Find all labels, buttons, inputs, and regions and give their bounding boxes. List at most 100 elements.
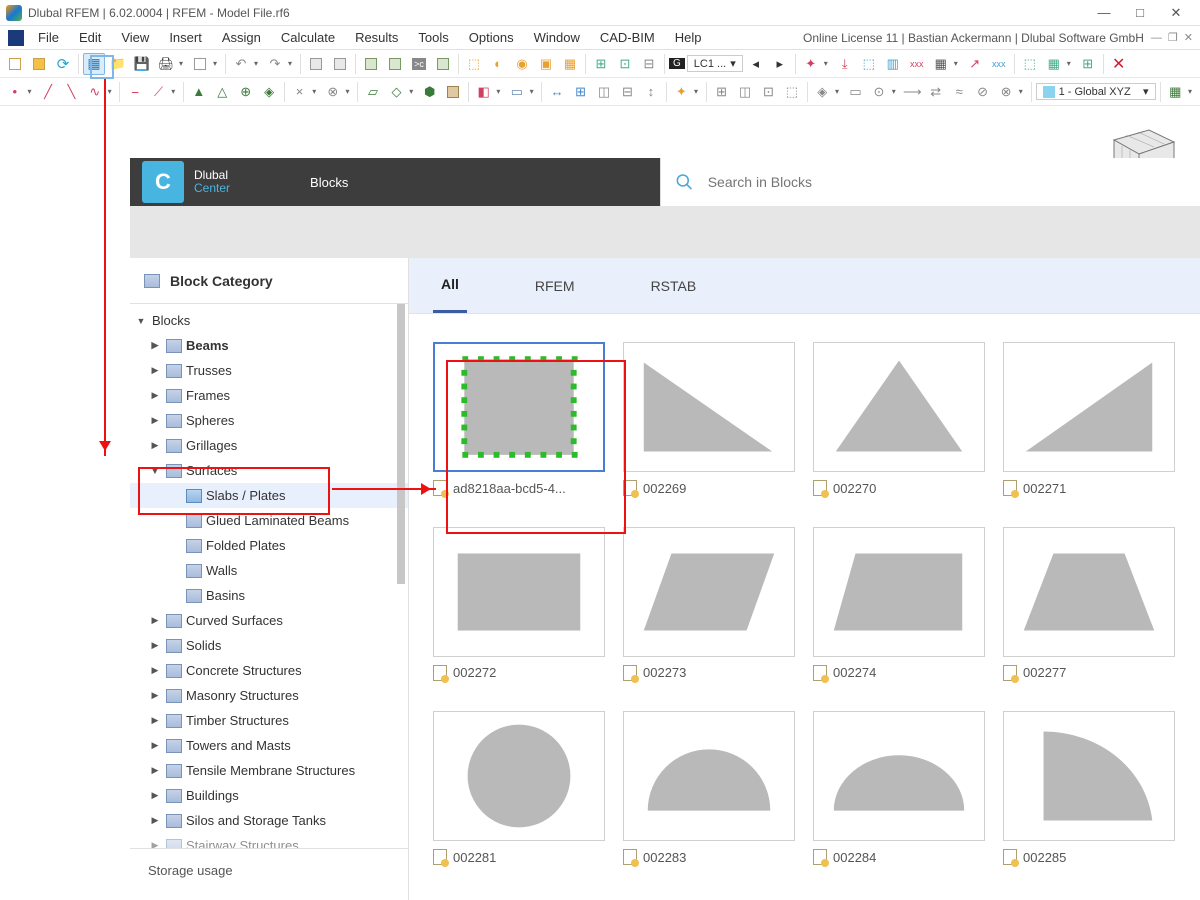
tree-item-stairway[interactable]: ▶Stairway Structures <box>130 833 408 848</box>
dc-tab-blocks[interactable]: Blocks <box>310 175 348 190</box>
load4-icon[interactable]: ▥ <box>882 53 904 75</box>
render-icon[interactable]: ▦ <box>1165 81 1186 103</box>
ext2-icon[interactable]: ⇄ <box>925 81 946 103</box>
tree-item-beams[interactable]: ▶Beams <box>130 333 408 358</box>
menu-file[interactable]: File <box>28 30 69 45</box>
calc3-icon[interactable] <box>432 53 454 75</box>
tree-item-masonry[interactable]: ▶Masonry Structures <box>130 683 408 708</box>
tile-thumb[interactable] <box>433 527 605 657</box>
tile-thumb[interactable] <box>813 711 985 841</box>
new-icon[interactable] <box>4 53 26 75</box>
tile[interactable]: 002272 <box>433 527 605 688</box>
menu-options[interactable]: Options <box>459 30 524 45</box>
tree-item-frames[interactable]: ▶Frames <box>130 383 408 408</box>
tree-item-basins[interactable]: Basins <box>130 583 408 608</box>
report-icon[interactable] <box>189 53 211 75</box>
tree-item-solids[interactable]: ▶Solids <box>130 633 408 658</box>
load10-icon[interactable]: ▦ <box>1043 53 1065 75</box>
red-x-icon[interactable]: ✕ <box>1108 53 1130 75</box>
tile-thumb[interactable] <box>813 342 985 472</box>
line3-icon[interactable]: ∿ <box>84 81 105 103</box>
tile-thumb[interactable] <box>1003 711 1175 841</box>
dim4-icon[interactable]: ⊟ <box>617 81 638 103</box>
tree-item-silos[interactable]: ▶Silos and Storage Tanks <box>130 808 408 833</box>
menu-calculate[interactable]: Calculate <box>271 30 345 45</box>
menu-assign[interactable]: Assign <box>212 30 271 45</box>
sol2-icon[interactable]: ▭ <box>506 81 527 103</box>
tile-thumb[interactable] <box>1003 342 1175 472</box>
table2-icon[interactable] <box>329 53 351 75</box>
app-menu-icon[interactable] <box>8 30 24 46</box>
menu-view[interactable]: View <box>111 30 159 45</box>
tree-item-concrete[interactable]: ▶Concrete Structures <box>130 658 408 683</box>
sel3-icon[interactable]: ◉ <box>511 53 533 75</box>
sup4-icon[interactable]: ◈ <box>258 81 279 103</box>
menu-help[interactable]: Help <box>665 30 712 45</box>
load8-icon[interactable]: xxx <box>988 53 1010 75</box>
mdi-close-icon[interactable]: ✕ <box>1181 31 1196 44</box>
tile[interactable]: 002274 <box>813 527 985 688</box>
tile-thumb[interactable] <box>433 342 605 472</box>
tile[interactable]: ad8218aa-bcd5-4... <box>433 342 605 503</box>
load11-icon[interactable]: ⊞ <box>1077 53 1099 75</box>
sel1-icon[interactable]: ⬚ <box>463 53 485 75</box>
tile-thumb[interactable] <box>623 711 795 841</box>
ext5-icon[interactable]: ⊗ <box>995 81 1016 103</box>
loadcase-pill[interactable]: G <box>669 58 685 69</box>
dim2-icon[interactable]: ⊞ <box>570 81 591 103</box>
sel5-icon[interactable]: ▦ <box>559 53 581 75</box>
tile[interactable]: 002271 <box>1003 342 1175 503</box>
close-button[interactable]: ✕ <box>1158 5 1194 21</box>
mdi-restore-icon[interactable]: ❐ <box>1165 31 1181 44</box>
block-manager-icon[interactable]: ▦ <box>83 53 105 75</box>
node-icon[interactable]: • <box>4 81 25 103</box>
mdi-minimize-icon[interactable]: — <box>1148 32 1165 44</box>
tile-thumb[interactable] <box>1003 527 1175 657</box>
tree-item-grillages[interactable]: ▶Grillages <box>130 433 408 458</box>
set1-icon[interactable]: ✦ <box>671 81 692 103</box>
next-icon[interactable]: ▸ <box>769 53 791 75</box>
scrollbar-thumb[interactable] <box>397 304 405 584</box>
load9-icon[interactable]: ⬚ <box>1019 53 1041 75</box>
reload-icon[interactable]: ⟳ <box>52 53 74 75</box>
tree-item-walls[interactable]: Walls <box>130 558 408 583</box>
view3-icon[interactable]: ⊟ <box>638 53 660 75</box>
tree-item-glulam[interactable]: Glued Laminated Beams <box>130 508 408 533</box>
tree-item-folded[interactable]: Folded Plates <box>130 533 408 558</box>
maximize-button[interactable]: □ <box>1122 5 1158 20</box>
hin1-icon[interactable]: × <box>289 81 310 103</box>
menu-cadbim[interactable]: CAD-BIM <box>590 30 665 45</box>
dim5-icon[interactable]: ↕ <box>640 81 661 103</box>
save2-icon[interactable]: 💾 <box>131 53 153 75</box>
grid3-icon[interactable]: ⊡ <box>758 81 779 103</box>
sidebar-scrollbar[interactable] <box>394 304 408 848</box>
tree-item-timber[interactable]: ▶Timber Structures <box>130 708 408 733</box>
load3-icon[interactable]: ⬚ <box>858 53 880 75</box>
print-icon[interactable]: 🖨 <box>155 53 177 75</box>
load2-icon[interactable]: ⤓ <box>834 53 856 75</box>
tile[interactable]: 002283 <box>623 711 795 872</box>
tile[interactable]: 002277 <box>1003 527 1175 688</box>
table1-icon[interactable] <box>305 53 327 75</box>
tree-item-trusses[interactable]: ▶Trusses <box>130 358 408 383</box>
ext1-icon[interactable]: ⟶ <box>902 81 923 103</box>
open-icon[interactable] <box>28 53 50 75</box>
sel4-icon[interactable]: ▣ <box>535 53 557 75</box>
tab-rfem[interactable]: RFEM <box>527 260 583 312</box>
load6-icon[interactable]: ▦ <box>930 53 952 75</box>
sol1-icon[interactable]: ◧ <box>473 81 494 103</box>
tree-item-curved[interactable]: ▶Curved Surfaces <box>130 608 408 633</box>
sup1-icon[interactable]: ▲ <box>188 81 209 103</box>
tree-item-slabs-plates[interactable]: Slabs / Plates <box>130 483 408 508</box>
iso-icon[interactable]: ◈ <box>812 81 833 103</box>
ext4-icon[interactable]: ⊘ <box>972 81 993 103</box>
line2-icon[interactable]: ╲ <box>61 81 82 103</box>
coord-system-combo[interactable]: 1 - Global XYZ ▾ <box>1036 83 1156 100</box>
calc1-icon[interactable] <box>360 53 382 75</box>
grid1-icon[interactable]: ⊞ <box>711 81 732 103</box>
sel2-icon[interactable]: ◐ <box>487 53 509 75</box>
script-icon[interactable]: >c <box>408 53 430 75</box>
tree-root[interactable]: ▼Blocks <box>130 308 408 333</box>
tree-item-surfaces[interactable]: ▼Surfaces <box>130 458 408 483</box>
load1-icon[interactable]: ✦ <box>800 53 822 75</box>
